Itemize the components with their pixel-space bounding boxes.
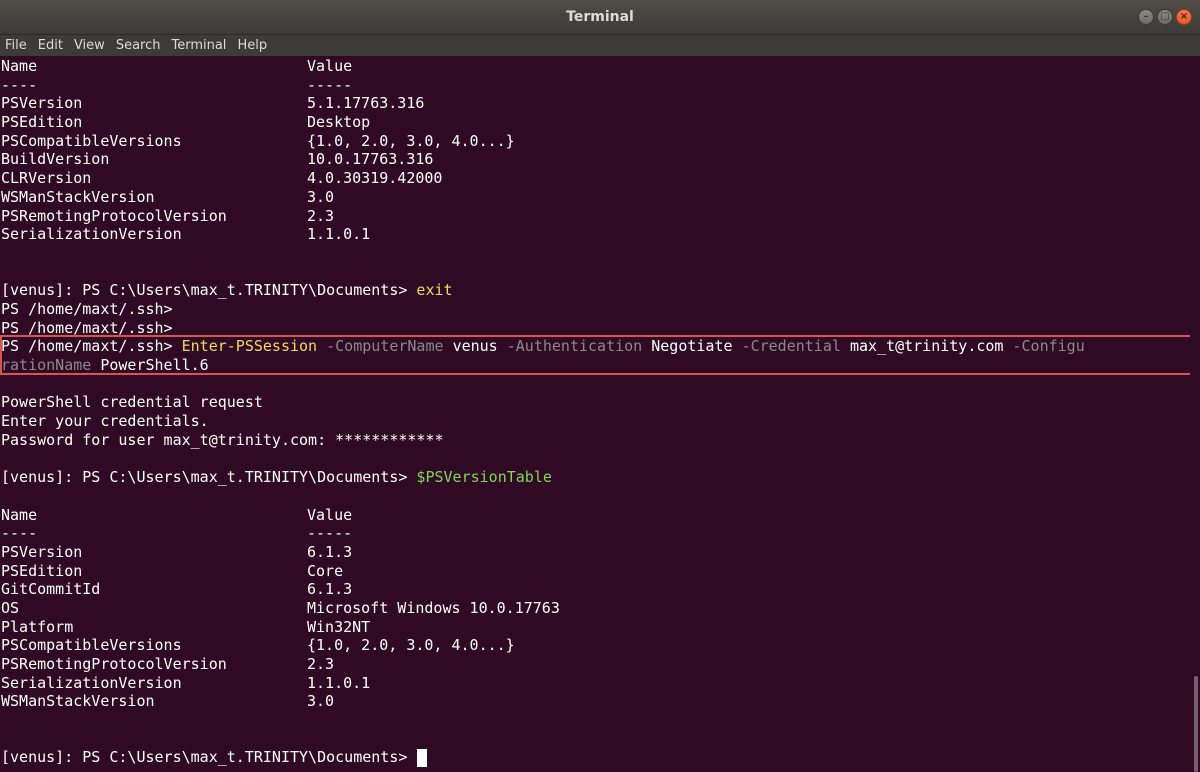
prompt-line-exit: [venus]: PS C:\Users\max_t.TRINITY\Docum…	[1, 281, 453, 300]
table2-row: SerializationVersion 1.1.0.1	[1, 673, 371, 692]
menu-file[interactable]: File	[5, 38, 27, 53]
minimize-icon[interactable]: –	[1138, 9, 1154, 25]
table2-row: GitCommitId 6.1.3	[1, 580, 353, 599]
credential-title: PowerShell credential request	[1, 393, 263, 412]
text-cursor	[417, 748, 428, 767]
table1-row: WSManStackVersion 3.0	[1, 187, 335, 206]
title-bar[interactable]: Terminal – □ ×	[0, 0, 1200, 35]
table2-row: PSRemotingProtocolVersion 2.3	[1, 655, 335, 673]
table1-row: SerializationVersion 1.1.0.1	[1, 225, 371, 244]
menu-search[interactable]: Search	[116, 38, 161, 53]
menu-help[interactable]: Help	[237, 38, 267, 53]
table2-row: PSVersion 6.1.3	[1, 542, 353, 561]
enter-pssession-line: PS /home/maxt/.ssh> Enter-PSSession -Com…	[1, 337, 1085, 356]
table2-row: Platform Win32NT	[1, 617, 371, 636]
table2-row: PSEdition Core	[1, 561, 344, 580]
menu-terminal[interactable]: Terminal	[171, 38, 226, 53]
credential-prompt: Enter your credentials.	[1, 412, 209, 431]
terminal-window: Terminal – □ × File Edit View Search Ter…	[0, 0, 1200, 772]
table2-header: Name Value	[1, 505, 353, 524]
enter-pssession-line-wrap: rationName PowerShell.6	[1, 356, 209, 374]
terminal-output[interactable]: Name Value ---- ----- PSVersion 5.1.17763.3…	[0, 56, 1190, 772]
maximize-icon[interactable]: □	[1157, 9, 1173, 25]
local-prompt-line: PS /home/maxt/.ssh>	[1, 299, 173, 318]
menu-edit[interactable]: Edit	[38, 38, 63, 53]
table1-divider: ---- -----	[1, 75, 353, 94]
table1-row: PSVersion 5.1.17763.316	[1, 94, 425, 113]
menu-view[interactable]: View	[74, 38, 105, 53]
table1-header: Name Value	[1, 57, 353, 75]
scrollbar-thumb[interactable]	[1194, 676, 1198, 772]
table1-row: PSRemotingProtocolVersion 2.3	[1, 206, 335, 225]
table2-divider: ---- -----	[1, 524, 353, 543]
terminal-lines: Name Value ---- ----- PSVersion 5.1.17763.3…	[1, 57, 1085, 767]
table1-row: PSCompatibleVersions {1.0, 2.0, 3.0, 4.0.…	[1, 131, 515, 150]
table2-row: OS Microsoft Windows 10.0.17763	[1, 598, 560, 617]
window-controls: – □ ×	[1138, 9, 1192, 25]
close-icon[interactable]: ×	[1176, 9, 1192, 25]
prompt-line-versiontable: [venus]: PS C:\Users\max_t.TRINITY\Docum…	[1, 468, 552, 487]
window-title: Terminal	[566, 9, 634, 25]
table2-row: PSCompatibleVersions {1.0, 2.0, 3.0, 4.0.…	[1, 636, 515, 655]
current-prompt-line[interactable]: [venus]: PS C:\Users\max_t.TRINITY\Docum…	[1, 748, 1085, 767]
table1-row: CLRVersion 4.0.30319.42000	[1, 169, 443, 188]
password-line: Password for user max_t@trinity.com: ***…	[1, 430, 444, 449]
table1-row: BuildVersion 10.0.17763.316	[1, 150, 434, 169]
menu-bar: File Edit View Search Terminal Help	[0, 35, 1200, 56]
local-prompt-line: PS /home/maxt/.ssh>	[1, 318, 173, 337]
scrollbar[interactable]	[1190, 56, 1200, 772]
table1-row: PSEdition Desktop	[1, 113, 371, 132]
table2-row: WSManStackVersion 3.0	[1, 692, 335, 711]
